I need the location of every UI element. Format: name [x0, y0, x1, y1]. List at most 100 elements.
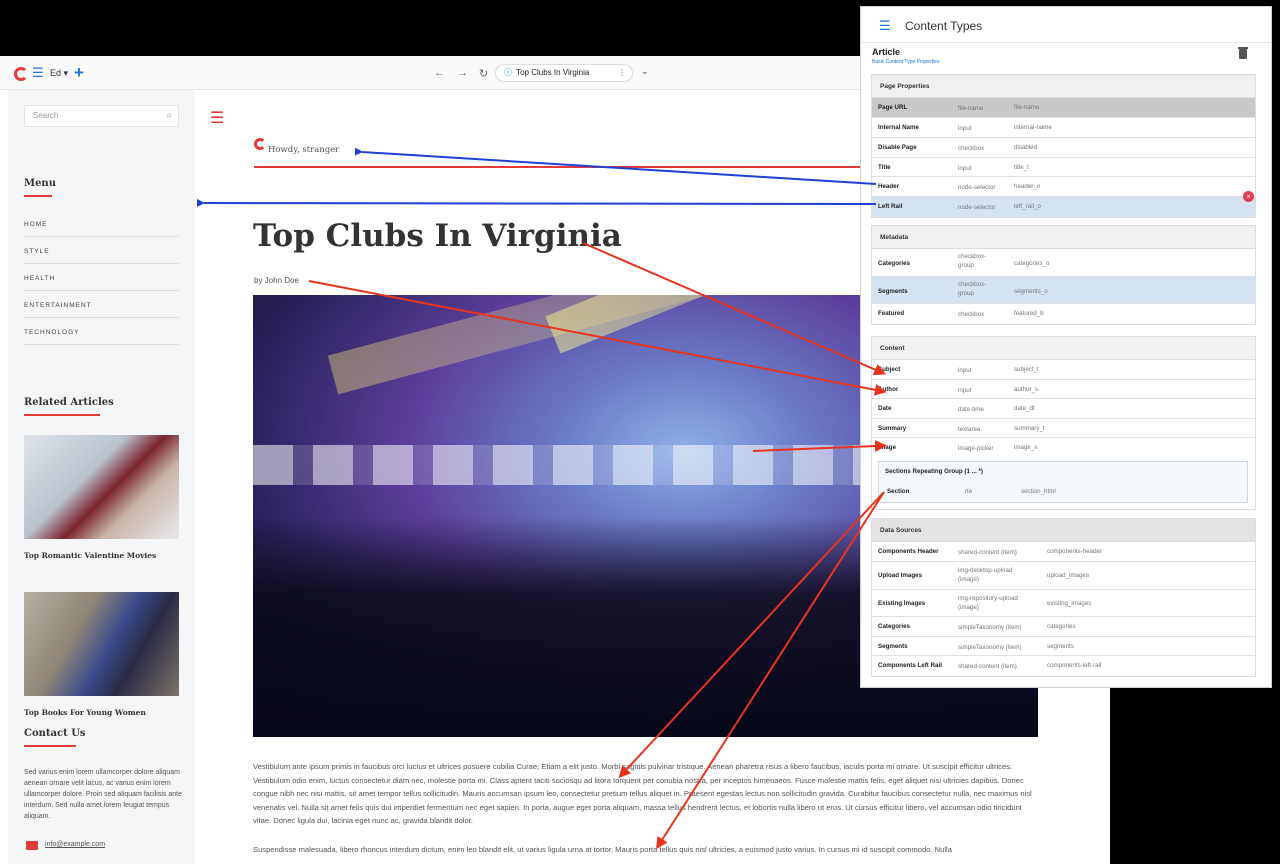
- header-greeting: Howdy, stranger: [268, 145, 340, 155]
- related-article-image[interactable]: [24, 592, 179, 696]
- back-arrow-icon[interactable]: ←: [434, 67, 445, 79]
- field-name: Subject: [878, 366, 901, 373]
- article-hamburger-icon[interactable]: ☰: [210, 108, 224, 128]
- section-page-properties[interactable]: Page Properties Page URL file-name file-na…: [871, 74, 1256, 218]
- field-type: input: [958, 165, 972, 172]
- field-row[interactable]: Left Rail node-selector left_rail_o: [872, 197, 1255, 217]
- data-source-row[interactable]: Upload Images img-desktop-upload (image) u…: [872, 562, 1255, 590]
- field-row[interactable]: Featured checkbox featured_b: [872, 304, 1255, 324]
- data-source-row[interactable]: Segments simpleTaxonomy (item) segments: [872, 637, 1255, 656]
- field-row[interactable]: Subject input subject_t: [872, 360, 1255, 380]
- field-name: Categories: [878, 623, 910, 630]
- data-source-row[interactable]: Components Header shared-content (item) co…: [872, 542, 1255, 562]
- article-title: Top Clubs In Virginia: [253, 218, 622, 254]
- field-type: file-name: [958, 105, 984, 112]
- field-type: input: [958, 387, 972, 394]
- section-title: Data Sources: [872, 519, 1255, 542]
- search-icon[interactable]: ⌕: [166, 106, 172, 126]
- address-bar[interactable]: ⓘ Top Clubs In Virginia ⋮: [495, 64, 633, 82]
- menu-item-technology[interactable]: TECHNOLOGY: [24, 329, 179, 345]
- heading-underline: [24, 195, 52, 197]
- field-type: image-picker: [958, 445, 994, 452]
- menu-item-style[interactable]: STYLE: [24, 248, 179, 264]
- chevron-down-icon[interactable]: ⌄: [641, 66, 649, 77]
- field-name[interactable]: Section: [887, 488, 909, 495]
- field-type: checkbox: [958, 145, 985, 152]
- plus-icon[interactable]: +: [74, 63, 84, 83]
- search-input[interactable]: Search ⌕: [24, 105, 179, 127]
- hamburger-icon[interactable]: ☰: [879, 18, 891, 34]
- data-source-row[interactable]: Components Left Rail shared-content (item…: [872, 656, 1255, 676]
- section-data-sources[interactable]: Data Sources Components Header shared-con…: [871, 518, 1256, 677]
- field-row[interactable]: Page URL file-name file-name: [872, 98, 1255, 118]
- field-id: title_t: [1014, 164, 1029, 171]
- field-type: checkbox-group: [958, 281, 987, 297]
- field-type: simpleTaxonomy (item): [958, 644, 1022, 651]
- field-id: categories: [1047, 623, 1076, 630]
- field-row[interactable]: Summary textarea summary_t: [872, 419, 1255, 438]
- field-row[interactable]: Segments checkbox-group segments_o: [872, 277, 1255, 304]
- contact-heading: Contact Us: [24, 728, 86, 747]
- field-id: image_s: [1014, 444, 1038, 451]
- field-type: img-desktop-upload (image): [958, 567, 1013, 583]
- repeating-group[interactable]: Sections Repeating Group (1 ... *) Secti…: [878, 461, 1248, 503]
- address-url: Top Clubs In Virginia: [516, 68, 590, 77]
- site-switcher[interactable]: Ed ▾: [50, 68, 68, 79]
- forward-arrow-icon[interactable]: →: [457, 67, 468, 79]
- remove-icon[interactable]: ×: [1243, 191, 1254, 202]
- related-article-image[interactable]: [24, 435, 179, 539]
- field-name: Header: [878, 183, 899, 190]
- field-name: Image: [878, 444, 896, 451]
- hamburger-icon[interactable]: ☰: [32, 66, 44, 79]
- field-row[interactable]: Internal Name input internal-name: [872, 118, 1255, 138]
- menu-item-health[interactable]: HEALTH: [24, 275, 179, 291]
- menu-heading-label: Menu: [24, 178, 56, 189]
- field-row[interactable]: Disable Page checkbox disabled: [872, 138, 1255, 158]
- field-id: author_s: [1014, 386, 1039, 393]
- field-row[interactable]: Image image-picker image_s: [872, 438, 1255, 458]
- field-type: shared-content (item): [958, 549, 1017, 556]
- field-row[interactable]: Header node-selector header_o: [872, 177, 1255, 197]
- field-name: Upload Images: [878, 572, 923, 579]
- related-heading-label: Related Articles: [24, 397, 114, 408]
- article-paragraph: Vestibulum ante ipsum primis in faucibus…: [253, 762, 1032, 825]
- field-name: Internal Name: [878, 124, 919, 131]
- data-source-row[interactable]: Categories simpleTaxonomy (item) categorie…: [872, 617, 1255, 637]
- menu-heading: Menu: [24, 178, 56, 197]
- more-options-icon[interactable]: ⋮: [618, 65, 626, 81]
- field-id: date_dt: [1014, 405, 1035, 412]
- section-title: Content: [872, 337, 1255, 360]
- field-row[interactable]: Author input author_s: [872, 380, 1255, 399]
- search-placeholder: Search: [33, 111, 59, 120]
- field-row[interactable]: Title input title_t: [872, 158, 1255, 177]
- content-type-description[interactable]: Basic Content Type Properties: [872, 59, 939, 65]
- field-type: node-selector: [958, 184, 996, 191]
- menu-item-entertainment[interactable]: ENTERTAINMENT: [24, 302, 179, 318]
- arrow-header: [354, 147, 877, 185]
- field-name: Components Header: [878, 548, 939, 555]
- section-title: Page Properties: [872, 75, 1255, 98]
- contact-text: Sed varius enim lorem ullamcorper dolore…: [24, 769, 182, 820]
- field-row[interactable]: Date date-time date_dt: [872, 399, 1255, 419]
- field-name: Categories: [878, 260, 910, 267]
- section-content[interactable]: Content Subject input subject_t Author inpu…: [871, 336, 1256, 510]
- panel-title: Content Types: [905, 19, 983, 33]
- repeating-group-title: Sections Repeating Group (1 ... *): [885, 468, 983, 475]
- field-type: textarea: [958, 426, 981, 433]
- field-name: Existing Images: [878, 600, 926, 607]
- field-name: Left Rail: [878, 203, 903, 210]
- related-article-title[interactable]: Top Romantic Valentine Movies: [24, 551, 156, 560]
- field-row[interactable]: Categories checkbox-group categories_o: [872, 249, 1255, 277]
- article-paragraph: Suspendisse malesuada, libero rhoncus in…: [253, 845, 952, 854]
- related-article-title[interactable]: Top Books For Young Women: [24, 708, 146, 717]
- menu-item-home[interactable]: HOME: [24, 221, 179, 237]
- data-source-row[interactable]: Existing Images img-repository-upload (im…: [872, 590, 1255, 617]
- field-type: shared-content (item): [958, 663, 1017, 670]
- trash-icon[interactable]: [1238, 47, 1248, 59]
- contact-email-link[interactable]: info@example.com: [45, 841, 105, 848]
- reload-icon[interactable]: ↻: [479, 67, 488, 80]
- heading-underline: [24, 745, 76, 747]
- section-metadata[interactable]: Metadata Categories checkbox-group categor…: [871, 225, 1256, 325]
- header-divider: [254, 166, 860, 168]
- site-caret-icon: ▾: [63, 68, 69, 78]
